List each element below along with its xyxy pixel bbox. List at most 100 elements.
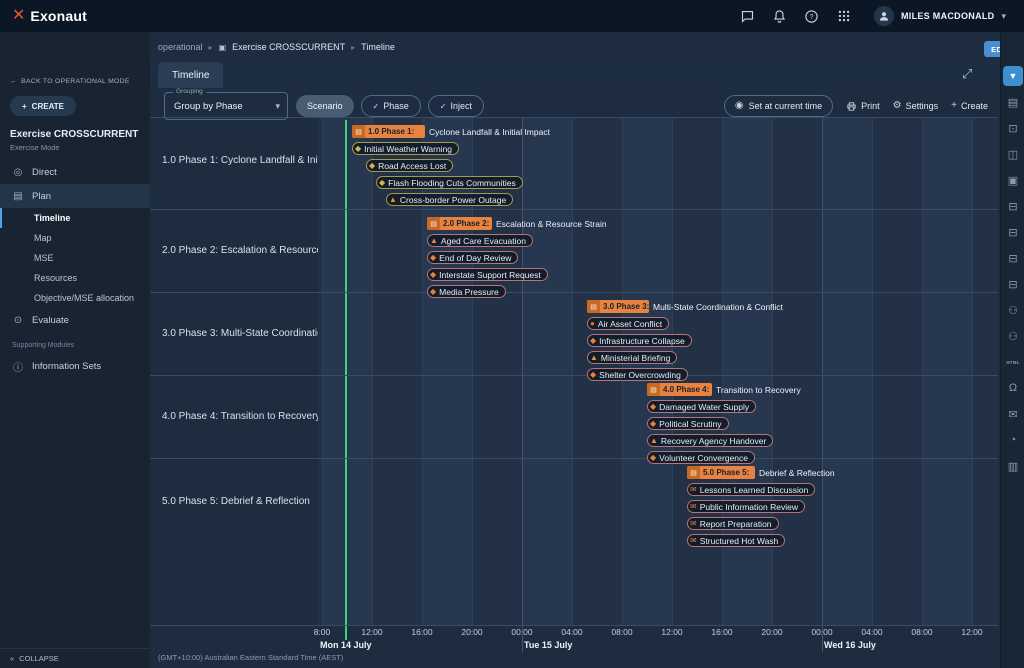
- filter-icon[interactable]: ▼: [1003, 66, 1023, 86]
- axis-tick-label: 08:00: [608, 627, 636, 637]
- inject-item[interactable]: ▲Ministerial Briefing: [587, 351, 677, 364]
- phase-bar-item[interactable]: ▤2.0 Phase 2:Escalation & Resource Strai…: [427, 217, 607, 230]
- phase-bar: ▤5.0 Phase 5:: [687, 466, 755, 479]
- target-icon: ◎: [12, 167, 24, 178]
- inject-item[interactable]: ◆Infrastructure Collapse: [587, 334, 692, 347]
- collapse-button[interactable]: « COLLAPSE: [0, 648, 150, 668]
- inject-item[interactable]: ✉Public Information Review: [687, 500, 805, 513]
- phase-bar-item[interactable]: ▤4.0 Phase 4:Transition to Recovery: [647, 383, 801, 396]
- inbox-tray-icon[interactable]: ⊟: [1003, 196, 1023, 216]
- inject-item[interactable]: ✉Report Preparation: [687, 517, 779, 530]
- sidebar-item-mse[interactable]: MSE: [0, 248, 150, 268]
- inject-item[interactable]: ◆Interstate Support Request: [427, 268, 548, 281]
- eye-icon: ⊙: [12, 315, 24, 326]
- inject-item[interactable]: ●Air Asset Conflict: [587, 317, 669, 330]
- sidebar-item-objective-mse-allocation[interactable]: Objective/MSE allocation: [0, 288, 150, 308]
- panel-icon[interactable]: ▣: [1003, 170, 1023, 190]
- action-set-at-current-time[interactable]: ◉Set at current time: [724, 95, 833, 117]
- diamond-icon: ◆: [430, 288, 436, 296]
- row-separator: [150, 209, 998, 210]
- sidebar-item-evaluate[interactable]: ⊙Evaluate: [0, 308, 150, 332]
- group-label: 1.0 Phase 1: Cyclone Landfall & Initia..…: [150, 117, 318, 204]
- warning-icon: ▲: [650, 437, 658, 445]
- help-icon[interactable]: ?: [804, 8, 820, 24]
- phase-bar: ▤4.0 Phase 4:: [647, 383, 712, 396]
- axis-tick-label: 08:00: [908, 627, 936, 637]
- mail-icon[interactable]: ✉: [1003, 404, 1023, 424]
- action-print[interactable]: Print: [846, 101, 880, 112]
- sidebar-item-direct[interactable]: ◎Direct: [0, 160, 150, 184]
- sidebar-item-information-sets[interactable]: ⓘInformation Sets: [0, 354, 150, 378]
- axis-tick-label: 20:00: [458, 627, 486, 637]
- inject-item[interactable]: ▲Aged Care Evacuation: [427, 234, 533, 247]
- document-icon[interactable]: ▤: [1003, 92, 1023, 112]
- row-separator: [150, 375, 998, 376]
- inject-item[interactable]: ✉Structured Hot Wash: [687, 534, 785, 547]
- action-create[interactable]: +Create: [951, 101, 988, 111]
- bell-icon[interactable]: [772, 8, 788, 24]
- group-label: 4.0 Phase 4: Transition to Recovery: [150, 375, 318, 458]
- inject-item[interactable]: ▲Recovery Agency Handover: [647, 434, 773, 447]
- chevron-down-icon: ▾: [1001, 11, 1006, 22]
- inject-item[interactable]: ◆Shelter Overcrowding: [587, 368, 688, 381]
- inbox-tray-icon[interactable]: ⊟: [1003, 248, 1023, 268]
- inject-item[interactable]: ◆Road Access Lost: [366, 159, 453, 172]
- target-icon: ◉: [735, 101, 744, 111]
- breadcrumb: operational ▸ ▣ Exercise CROSSCURRENT ▸ …: [158, 42, 395, 52]
- inject-item[interactable]: ◆Volunteer Convergence: [647, 451, 755, 464]
- phase-bar-item[interactable]: ▤3.0 Phase 3:Multi-State Coordination & …: [587, 300, 783, 313]
- inject-item[interactable]: ✉Lessons Learned Discussion: [687, 483, 815, 496]
- user-menu[interactable]: MILES MACDONALD ▾: [868, 4, 1012, 28]
- id-card-icon[interactable]: ▥: [1003, 456, 1023, 476]
- warning-icon: ▲: [590, 354, 598, 362]
- html-icon[interactable]: HTML: [1003, 352, 1023, 372]
- back-to-operational-link[interactable]: ← BACK TO OPERATIONAL MODE: [10, 78, 130, 85]
- gridline: [972, 117, 973, 625]
- gridline: [522, 117, 523, 625]
- create-button[interactable]: + CREATE: [10, 96, 76, 116]
- axis-tick-label: 20:00: [758, 627, 786, 637]
- inject-item[interactable]: ◆Damaged Water Supply: [647, 400, 756, 413]
- fullscreen-icon[interactable]: ⤢: [962, 66, 972, 82]
- row-separator: [150, 458, 998, 459]
- inject-item[interactable]: ◆Flash Flooding Cuts Communities: [376, 176, 523, 189]
- filter-chip-scenario[interactable]: Scenario: [296, 95, 354, 117]
- breadcrumb-operational[interactable]: operational: [158, 42, 203, 52]
- diamond-icon: ◆: [650, 403, 656, 411]
- inject-item[interactable]: ◆Media Pressure: [427, 285, 506, 298]
- users-icon[interactable]: ⚇: [1003, 326, 1023, 346]
- inbox-tray-icon[interactable]: ⊟: [1003, 274, 1023, 294]
- image-icon[interactable]: ◫: [1003, 144, 1023, 164]
- filter-chips: Scenario ✓Phase ✓Inject: [296, 95, 484, 117]
- chart-icon[interactable]: ◔: [1003, 430, 1023, 450]
- grouping-select[interactable]: Grouping Group by Phase ▾: [164, 92, 288, 120]
- inject-item[interactable]: ◆Political Scrutiny: [647, 417, 729, 430]
- bell-icon[interactable]: Ω: [1003, 378, 1023, 398]
- inject-item[interactable]: ▲Cross-border Power Outage: [386, 193, 513, 206]
- action-settings[interactable]: ⚙Settings: [893, 101, 939, 111]
- apps-icon[interactable]: [836, 8, 852, 24]
- phase-bar-item[interactable]: ▤1.0 Phase 1:Cyclone Landfall & Initial …: [352, 125, 550, 138]
- sidebar-item-map[interactable]: Map: [0, 228, 150, 248]
- inject-item[interactable]: ◆End of Day Review: [427, 251, 518, 264]
- inbox-tray-icon[interactable]: ⊟: [1003, 222, 1023, 242]
- tab-timeline[interactable]: Timeline: [158, 62, 223, 88]
- users-icon[interactable]: ⚇: [1003, 300, 1023, 320]
- plus-icon: +: [22, 102, 27, 111]
- sidebar-item-timeline[interactable]: Timeline: [0, 208, 150, 228]
- breadcrumb-exercise[interactable]: Exercise CROSSCURRENT: [232, 42, 345, 52]
- sidebar-item-plan[interactable]: ▤Plan: [0, 184, 150, 208]
- grouping-value: Group by Phase: [174, 101, 243, 112]
- user-name: MILES MACDONALD: [901, 11, 995, 21]
- filter-chip-inject[interactable]: ✓Inject: [428, 95, 484, 117]
- brand-name: Exonaut: [30, 8, 87, 24]
- filter-chip-phase[interactable]: ✓Phase: [361, 95, 421, 117]
- chat-icon[interactable]: [740, 8, 756, 24]
- tab-bar: [150, 62, 998, 88]
- image-card-icon[interactable]: ⊡: [1003, 118, 1023, 138]
- axis-tick-label: 12:00: [658, 627, 686, 637]
- inject-item[interactable]: ◆Initial Weather Warning: [352, 142, 459, 155]
- sidebar-item-resources[interactable]: Resources: [0, 268, 150, 288]
- phase-bar-item[interactable]: ▤5.0 Phase 5:Debrief & Reflection: [687, 466, 835, 479]
- app-logo[interactable]: ✕ Exonaut: [12, 8, 87, 24]
